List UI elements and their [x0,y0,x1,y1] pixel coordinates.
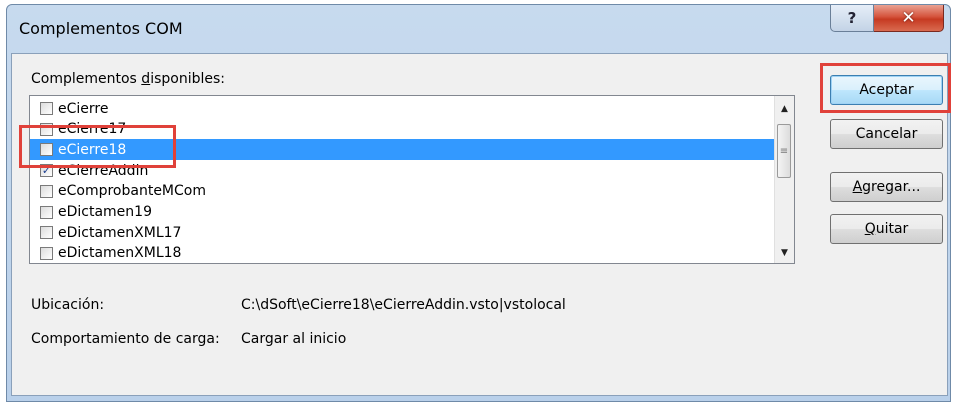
list-item[interactable]: eComprobanteMCom [30,181,776,202]
load-behavior-value: Cargar al inicio [241,331,347,347]
close-button[interactable]: ✕ [874,5,944,32]
location-value: C:\dSoft\eCierre18\eCierreAddin.vsto|vst… [241,297,566,313]
list-item[interactable]: eDictamen19 [30,202,776,223]
highlight-box-selected-item [19,125,176,168]
addin-checkbox[interactable] [40,246,53,260]
addin-name: eCierre [58,100,109,117]
scroll-up-arrow-icon[interactable]: ▲ [775,100,794,117]
dialog-body: Complementos disponibles: eCierre eCierre… [11,53,951,396]
addins-listbox[interactable]: eCierre eCierre17 eCierre18 ✓ eCierreAddin eC… [29,95,795,264]
list-item[interactable]: eDictamenXML17 [30,222,776,243]
addin-name: eComprobanteMCom [58,183,206,200]
highlight-box-accept [820,63,951,113]
help-button[interactable]: ? [830,5,874,32]
close-icon: ✕ [901,8,916,28]
addin-name: eDictamenXML18 [58,245,182,262]
scroll-thumb[interactable]: ≡ [777,124,791,178]
scroll-down-arrow-icon[interactable]: ▼ [775,244,794,261]
dialog-title: Complementos COM [19,19,183,38]
list-item[interactable]: eDictamenXML18 [30,243,776,263]
location-label: Ubicación: [31,297,105,313]
listbox-scrollbar[interactable]: ▲ ≡ ▼ [774,96,794,263]
addin-checkbox[interactable] [40,184,53,198]
list-item[interactable]: eCierre [30,98,776,119]
cancel-button[interactable]: Cancelar [830,119,943,149]
add-button[interactable]: Agregar... [830,172,943,202]
addin-checkbox[interactable] [40,205,53,219]
com-addins-dialog: Complementos COM ? ✕ Complementos dispon… [6,4,951,402]
load-behavior-label: Comportamiento de carga: [31,331,220,347]
help-icon: ? [847,9,857,27]
available-addins-label: Complementos disponibles: [31,71,225,87]
addin-name: eDictamen19 [58,204,152,220]
caption-buttons: ? ✕ [830,5,944,33]
addin-checkbox[interactable] [40,226,53,240]
remove-button[interactable]: Quitar [830,214,943,244]
addin-checkbox[interactable] [40,102,53,115]
addin-name: eDictamenXML17 [58,224,182,241]
title-bar[interactable]: Complementos COM ? ✕ [7,5,950,53]
scroll-grip-icon: ≡ [779,145,789,157]
